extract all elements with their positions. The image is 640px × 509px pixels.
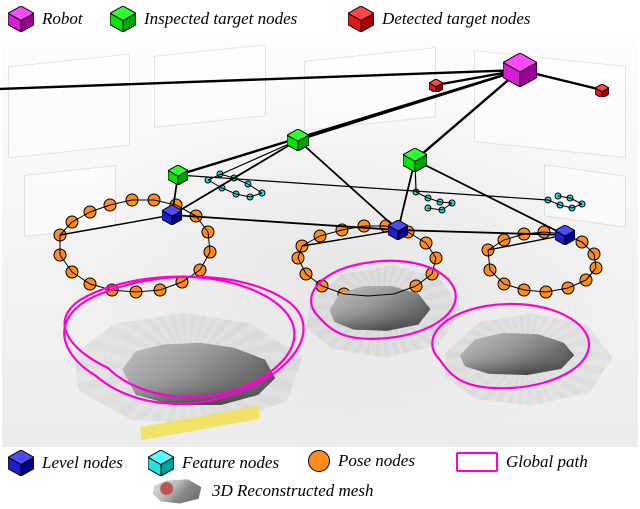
global-path-2 xyxy=(311,261,456,339)
legend-robot: Robot xyxy=(8,6,83,32)
feature-cube-icon xyxy=(148,450,174,476)
legend-robot-label: Robot xyxy=(42,9,83,29)
global-path-swatch-icon xyxy=(456,452,498,472)
legend-global-path-label: Global path xyxy=(506,452,588,472)
legend-inspected: Inspected target nodes xyxy=(110,6,297,32)
legend-mesh: 3D Reconstructed mesh xyxy=(150,478,373,504)
global-path-1 xyxy=(64,277,303,404)
legend-level: Level nodes xyxy=(8,450,123,476)
global-path-layer xyxy=(0,0,640,509)
mesh-swatch-icon xyxy=(150,478,204,504)
legend-detected-label: Detected target nodes xyxy=(382,9,531,29)
legend-feature-label: Feature nodes xyxy=(182,453,279,473)
level-cube-icon xyxy=(8,450,34,476)
global-path-3 xyxy=(432,304,589,388)
inspected-cube-icon xyxy=(110,6,136,32)
legend-inspected-label: Inspected target nodes xyxy=(144,9,297,29)
detected-cube-icon xyxy=(348,6,374,32)
legend-global-path: Global path xyxy=(456,452,588,472)
pose-sphere-icon xyxy=(308,450,330,472)
legend-detected: Detected target nodes xyxy=(348,6,531,32)
legend-pose-label: Pose nodes xyxy=(338,451,415,471)
legend-feature: Feature nodes xyxy=(148,450,279,476)
legend-pose: Pose nodes xyxy=(308,450,415,472)
legend-level-label: Level nodes xyxy=(42,453,123,473)
legend-mesh-label: 3D Reconstructed mesh xyxy=(212,481,373,501)
robot-cube-icon xyxy=(8,6,34,32)
